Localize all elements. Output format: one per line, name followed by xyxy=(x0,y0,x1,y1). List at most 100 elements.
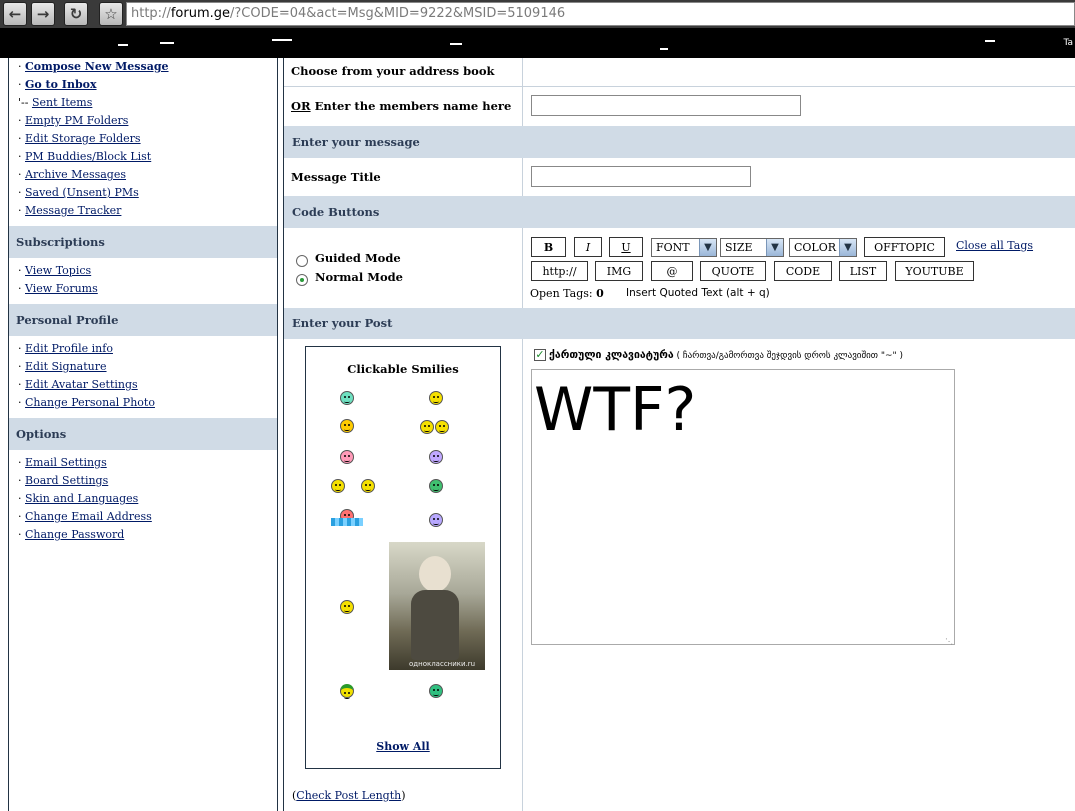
code-buttons-heading: Code Buttons xyxy=(284,196,1075,228)
quote-button[interactable]: QUOTE xyxy=(700,261,766,281)
reload-icon[interactable]: ↻ xyxy=(64,2,88,26)
menu-item-board-settings: · Board Settings xyxy=(18,474,109,487)
menu-item-storage: · Edit Storage Folders xyxy=(18,132,141,145)
offtopic-button[interactable]: OFFTOPIC xyxy=(864,237,945,257)
guided-mode-label: Guided Mode xyxy=(315,251,401,265)
menu-item-buddies: · PM Buddies/Block List xyxy=(18,150,152,163)
grin-smiley-icon[interactable] xyxy=(429,479,443,493)
soldier-smiley-icon[interactable] xyxy=(340,684,354,699)
menu-item-skin: · Skin and Languages xyxy=(18,492,139,505)
personal-profile-heading: Personal Profile xyxy=(9,304,277,336)
options-menu: · Email Settings · Board Settings · Skin… xyxy=(9,454,277,544)
wave-smiley-icon[interactable] xyxy=(331,479,345,493)
photo-caption: одноклассники.ru xyxy=(409,660,476,668)
tongue-smiley-icon[interactable] xyxy=(340,419,354,433)
browser-toolbar: ← → ↻ ☆ http://forum.ge/?CODE=04&act=Msg… xyxy=(0,0,1075,28)
compose-form: Choose from your address book OR Enter t… xyxy=(284,58,1075,811)
font-select[interactable]: FONT ▼ xyxy=(651,238,717,257)
resize-grip-icon[interactable]: ⋱ xyxy=(945,637,953,646)
water-icon xyxy=(331,518,363,526)
sleepy-smiley-icon[interactable] xyxy=(429,513,443,527)
code-button[interactable]: CODE xyxy=(774,261,832,281)
board-settings-link[interactable]: Board Settings xyxy=(25,474,108,487)
insert-quoted-hint: Insert Quoted Text (alt + q) xyxy=(626,287,770,299)
star-bookmark-icon[interactable]: ☆ xyxy=(99,2,123,26)
member-name-input[interactable] xyxy=(531,95,801,116)
subscriptions-menu: · View Topics · View Forums xyxy=(9,262,277,298)
message-tracker-link[interactable]: Message Tracker xyxy=(25,204,121,217)
size-select[interactable]: SIZE ▼ xyxy=(720,238,784,257)
go-to-inbox-link[interactable]: Go to Inbox xyxy=(25,78,97,91)
header-text: Ta xyxy=(1063,38,1073,48)
guided-mode-radio[interactable] xyxy=(296,255,308,267)
menu-item-tracker: · Message Tracker xyxy=(18,204,122,217)
address-bar[interactable]: http://forum.ge/?CODE=04&act=Msg&MID=922… xyxy=(126,2,1075,26)
post-textarea[interactable]: WTF? ⋱ xyxy=(531,369,955,646)
http-button[interactable]: http:// xyxy=(531,261,588,281)
messenger-menu: · Compose New Message · Go to Inbox '-- … xyxy=(9,58,277,220)
enter-message-heading: Enter your message xyxy=(284,126,1075,158)
menu-item-saved: · Saved (Unsent) PMs xyxy=(18,186,139,199)
smiley-icon[interactable] xyxy=(429,391,443,405)
menu-item-empty: · Empty PM Folders xyxy=(18,114,129,127)
show-all-smilies-link[interactable]: Show All xyxy=(306,740,500,753)
list-button[interactable]: LIST xyxy=(839,261,887,281)
empty-pm-folders-link[interactable]: Empty PM Folders xyxy=(25,114,128,127)
confused-smiley-icon[interactable] xyxy=(429,450,443,464)
message-title-label: Message Title xyxy=(291,170,381,184)
archive-messages-link[interactable]: Archive Messages xyxy=(25,168,126,181)
smiley-icon[interactable] xyxy=(435,420,449,434)
bold-button[interactable]: B xyxy=(531,237,566,257)
pm-sidebar: · Compose New Message · Go to Inbox '-- … xyxy=(8,58,278,811)
menu-item-profile: · Edit Profile info xyxy=(18,342,113,355)
sent-items-link[interactable]: Sent Items xyxy=(32,96,92,109)
child-photo-smiley[interactable]: одноклассники.ru xyxy=(389,542,485,670)
back-arrow-icon[interactable]: ← xyxy=(3,2,27,26)
menu-item-forums: · View Forums xyxy=(18,282,98,295)
view-forums-link[interactable]: View Forums xyxy=(25,282,98,295)
sunglasses-smiley-icon[interactable] xyxy=(429,684,443,698)
smiley-icon[interactable] xyxy=(361,479,375,493)
smilies-title: Clickable Smilies xyxy=(347,362,459,376)
img-button[interactable]: IMG xyxy=(595,261,643,281)
smiley-icon[interactable] xyxy=(340,391,354,405)
edit-storage-folders-link[interactable]: Edit Storage Folders xyxy=(25,132,141,145)
email-settings-link[interactable]: Email Settings xyxy=(25,456,107,469)
peace-smiley-icon[interactable] xyxy=(340,600,354,614)
change-password-link[interactable]: Change Password xyxy=(25,528,124,541)
menu-item-archive: · Archive Messages xyxy=(18,168,127,181)
close-all-tags-link[interactable]: Close all Tags xyxy=(956,239,1033,252)
compose-new-message-link[interactable]: Compose New Message xyxy=(25,60,169,73)
skin-and-languages-link[interactable]: Skin and Languages xyxy=(25,492,138,505)
change-personal-photo-link[interactable]: Change Personal Photo xyxy=(25,396,155,409)
saved-pms-link[interactable]: Saved (Unsent) PMs xyxy=(25,186,139,199)
chevron-down-icon: ▼ xyxy=(839,239,856,256)
edit-profile-info-link[interactable]: Edit Profile info xyxy=(25,342,113,355)
color-select[interactable]: COLOR ▼ xyxy=(789,238,857,257)
enter-post-heading: Enter your Post xyxy=(284,308,1075,339)
forward-arrow-icon[interactable]: → xyxy=(31,2,55,26)
view-topics-link[interactable]: View Topics xyxy=(25,264,91,277)
menu-item-sent: '-- Sent Items xyxy=(18,96,93,109)
open-tags-status: Open Tags: 0 xyxy=(530,287,604,300)
message-title-input[interactable] xyxy=(531,166,751,187)
georgian-keyboard-checkbox[interactable]: ✓ xyxy=(534,349,546,361)
email-at-button[interactable]: @ xyxy=(651,261,693,281)
post-text: WTF? xyxy=(534,375,697,445)
normal-mode-radio[interactable] xyxy=(296,274,308,286)
edit-avatar-settings-link[interactable]: Edit Avatar Settings xyxy=(25,378,138,391)
menu-item-change-email: · Change Email Address xyxy=(18,510,152,523)
pm-buddies-link[interactable]: PM Buddies/Block List xyxy=(25,150,151,163)
menu-item-photo: · Change Personal Photo xyxy=(18,396,155,409)
change-email-address-link[interactable]: Change Email Address xyxy=(25,510,152,523)
youtube-button[interactable]: YOUTUBE xyxy=(895,261,974,281)
shocked-smiley-icon[interactable] xyxy=(340,450,354,464)
edit-signature-link[interactable]: Edit Signature xyxy=(25,360,107,373)
menu-item-topics: · View Topics xyxy=(18,264,92,277)
underline-button[interactable]: U xyxy=(609,237,643,257)
profile-menu: · Edit Profile info · Edit Signature · E… xyxy=(9,340,277,412)
italic-button[interactable]: I xyxy=(574,237,602,257)
menu-item-avatar: · Edit Avatar Settings xyxy=(18,378,138,391)
check-post-length-link[interactable]: Check Post Length xyxy=(296,789,401,802)
cool-smiley-icon[interactable] xyxy=(420,420,434,434)
